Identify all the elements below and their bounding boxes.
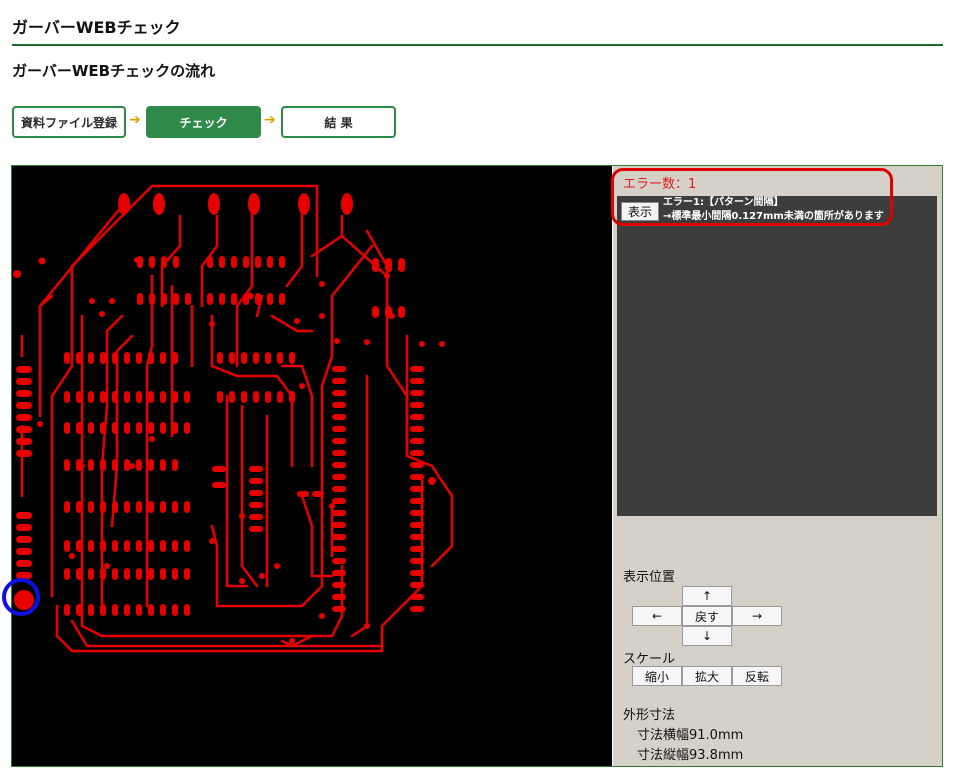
error-list: 表示 エラー1:【パターン間隔】 →標準最小間隔0.127mm未満の箇所がありま… <box>617 196 937 516</box>
error-location-marker <box>2 578 40 616</box>
pcb-layout-graphic <box>13 184 454 653</box>
dimensions-label: 外形寸法 <box>623 708 676 723</box>
error-highlight-box <box>611 168 893 226</box>
step-arrow-icon: ➔ <box>264 112 276 128</box>
move-left-button[interactable]: ← <box>632 606 682 626</box>
move-down-button[interactable]: ↓ <box>682 626 732 646</box>
step-result[interactable]: 結 果 <box>281 106 396 138</box>
scale-label: スケール <box>623 652 676 667</box>
flip-button[interactable]: 反転 <box>732 666 782 686</box>
dimension-width: 寸法横幅91.0mm <box>637 728 744 743</box>
dimension-height: 寸法縦幅93.8mm <box>637 748 744 763</box>
move-right-button[interactable]: → <box>732 606 782 626</box>
page-title: ガーバーWEBチェック <box>12 18 181 37</box>
zoom-in-button[interactable]: 拡大 <box>682 666 732 686</box>
check-side-panel: エラー数：1 表示 エラー1:【パターン間隔】 →標準最小間隔0.127mm未満… <box>613 166 942 766</box>
step-file-registration[interactable]: 資料ファイル登録 <box>12 106 126 138</box>
zoom-out-button[interactable]: 縮小 <box>632 666 682 686</box>
section-title: ガーバーWEBチェックの流れ <box>12 62 216 80</box>
title-divider <box>12 44 943 46</box>
gerber-viewer[interactable] <box>12 166 612 766</box>
step-check[interactable]: チェック <box>146 106 261 138</box>
move-up-button[interactable]: ↑ <box>682 586 732 606</box>
step-arrow-icon: ➔ <box>129 112 141 128</box>
position-label: 表示位置 <box>623 570 676 585</box>
reset-position-button[interactable]: 戻す <box>682 606 732 626</box>
